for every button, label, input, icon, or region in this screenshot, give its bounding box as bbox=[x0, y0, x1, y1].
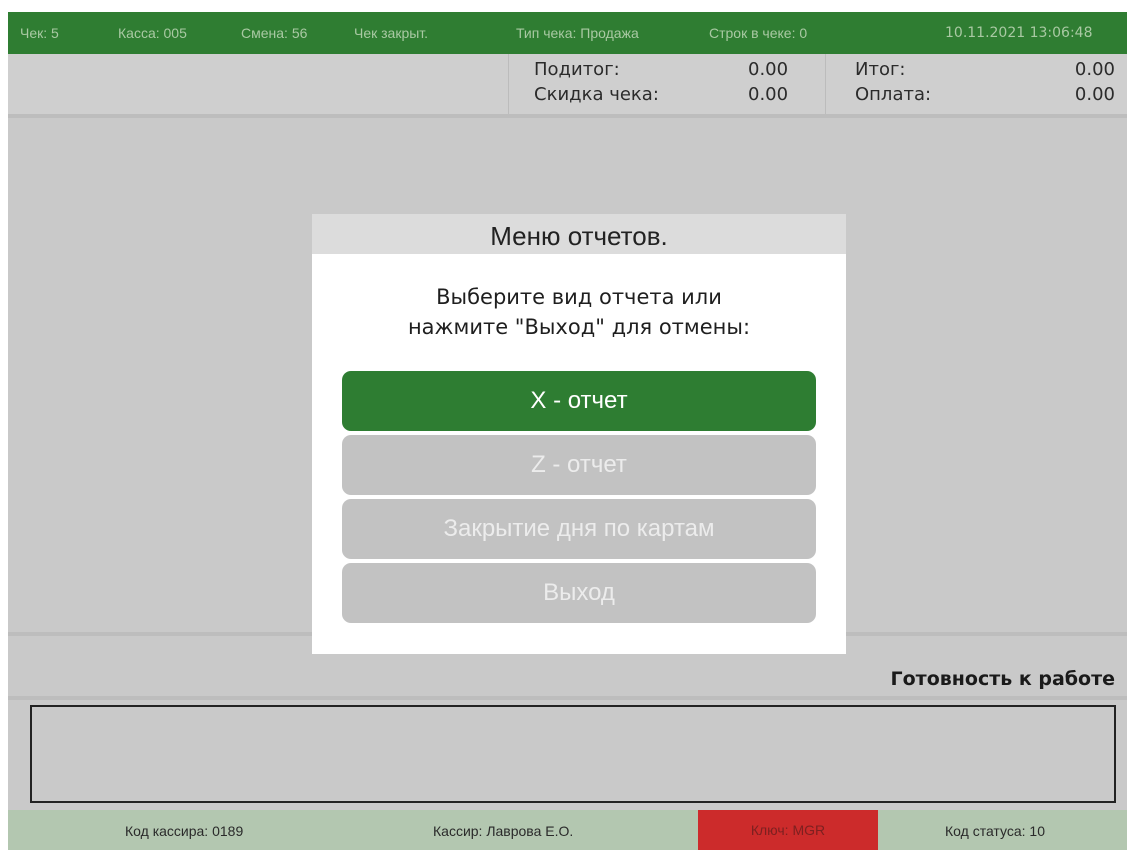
exit-button[interactable]: Выход bbox=[342, 563, 816, 623]
dialog-message: Выберите вид отчета или нажмите "Выход" … bbox=[312, 282, 846, 342]
x-report-button[interactable]: X - отчет bbox=[342, 371, 816, 431]
key-badge: Ключ: MGR bbox=[698, 810, 878, 850]
line-count: Строк в чеке: 0 bbox=[709, 25, 808, 41]
total-label: Итог: bbox=[855, 59, 906, 80]
divider bbox=[8, 696, 1127, 700]
divider bbox=[825, 54, 826, 114]
divider bbox=[508, 54, 509, 114]
check-number: Чек: 5 bbox=[20, 25, 59, 41]
check-type: Тип чека: Продажа bbox=[516, 25, 639, 41]
bottom-status-bar: Код кассира: 0189 Кассир: Лаврова Е.О. К… bbox=[8, 810, 1127, 850]
check-state: Чек закрыт. bbox=[354, 25, 429, 41]
kassa-number: Касса: 005 bbox=[118, 25, 187, 41]
message-box bbox=[30, 705, 1116, 803]
date-time: 10.11.2021 13:06:48 bbox=[945, 25, 1093, 41]
cashier-code: Код кассира: 0189 bbox=[125, 823, 244, 839]
discount-value: 0.00 bbox=[748, 84, 789, 105]
dialog-message-line: нажмите "Выход" для отмены: bbox=[407, 315, 751, 339]
z-report-button[interactable]: Z - отчет bbox=[342, 435, 816, 495]
discount-label: Скидка чека: bbox=[534, 84, 659, 105]
dialog-title: Меню отчетов. bbox=[312, 214, 846, 254]
ready-status: Готовность к работе bbox=[890, 668, 1115, 690]
reports-menu-dialog: Меню отчетов. Выберите вид отчета или на… bbox=[312, 214, 846, 654]
subtotal-value: 0.00 bbox=[748, 59, 789, 80]
total-value: 0.00 bbox=[1074, 59, 1115, 80]
card-day-close-button[interactable]: Закрытие дня по картам bbox=[342, 499, 816, 559]
subtotal-label: Подитог: bbox=[534, 59, 620, 80]
cashier-name: Кассир: Лаврова Е.О. bbox=[433, 823, 574, 839]
totals-panel: Подитог: 0.00 Скидка чека: 0.00 Итог: 0.… bbox=[8, 54, 1127, 118]
payment-value: 0.00 bbox=[1074, 84, 1115, 105]
status-code: Код статуса: 10 bbox=[945, 823, 1045, 839]
top-status-bar: Чек: 5 Касса: 005 Смена: 56 Чек закрыт. … bbox=[8, 12, 1127, 54]
dialog-message-line: Выберите вид отчета или bbox=[436, 285, 722, 309]
payment-label: Оплата: bbox=[855, 84, 932, 105]
shift-number: Смена: 56 bbox=[241, 25, 308, 41]
